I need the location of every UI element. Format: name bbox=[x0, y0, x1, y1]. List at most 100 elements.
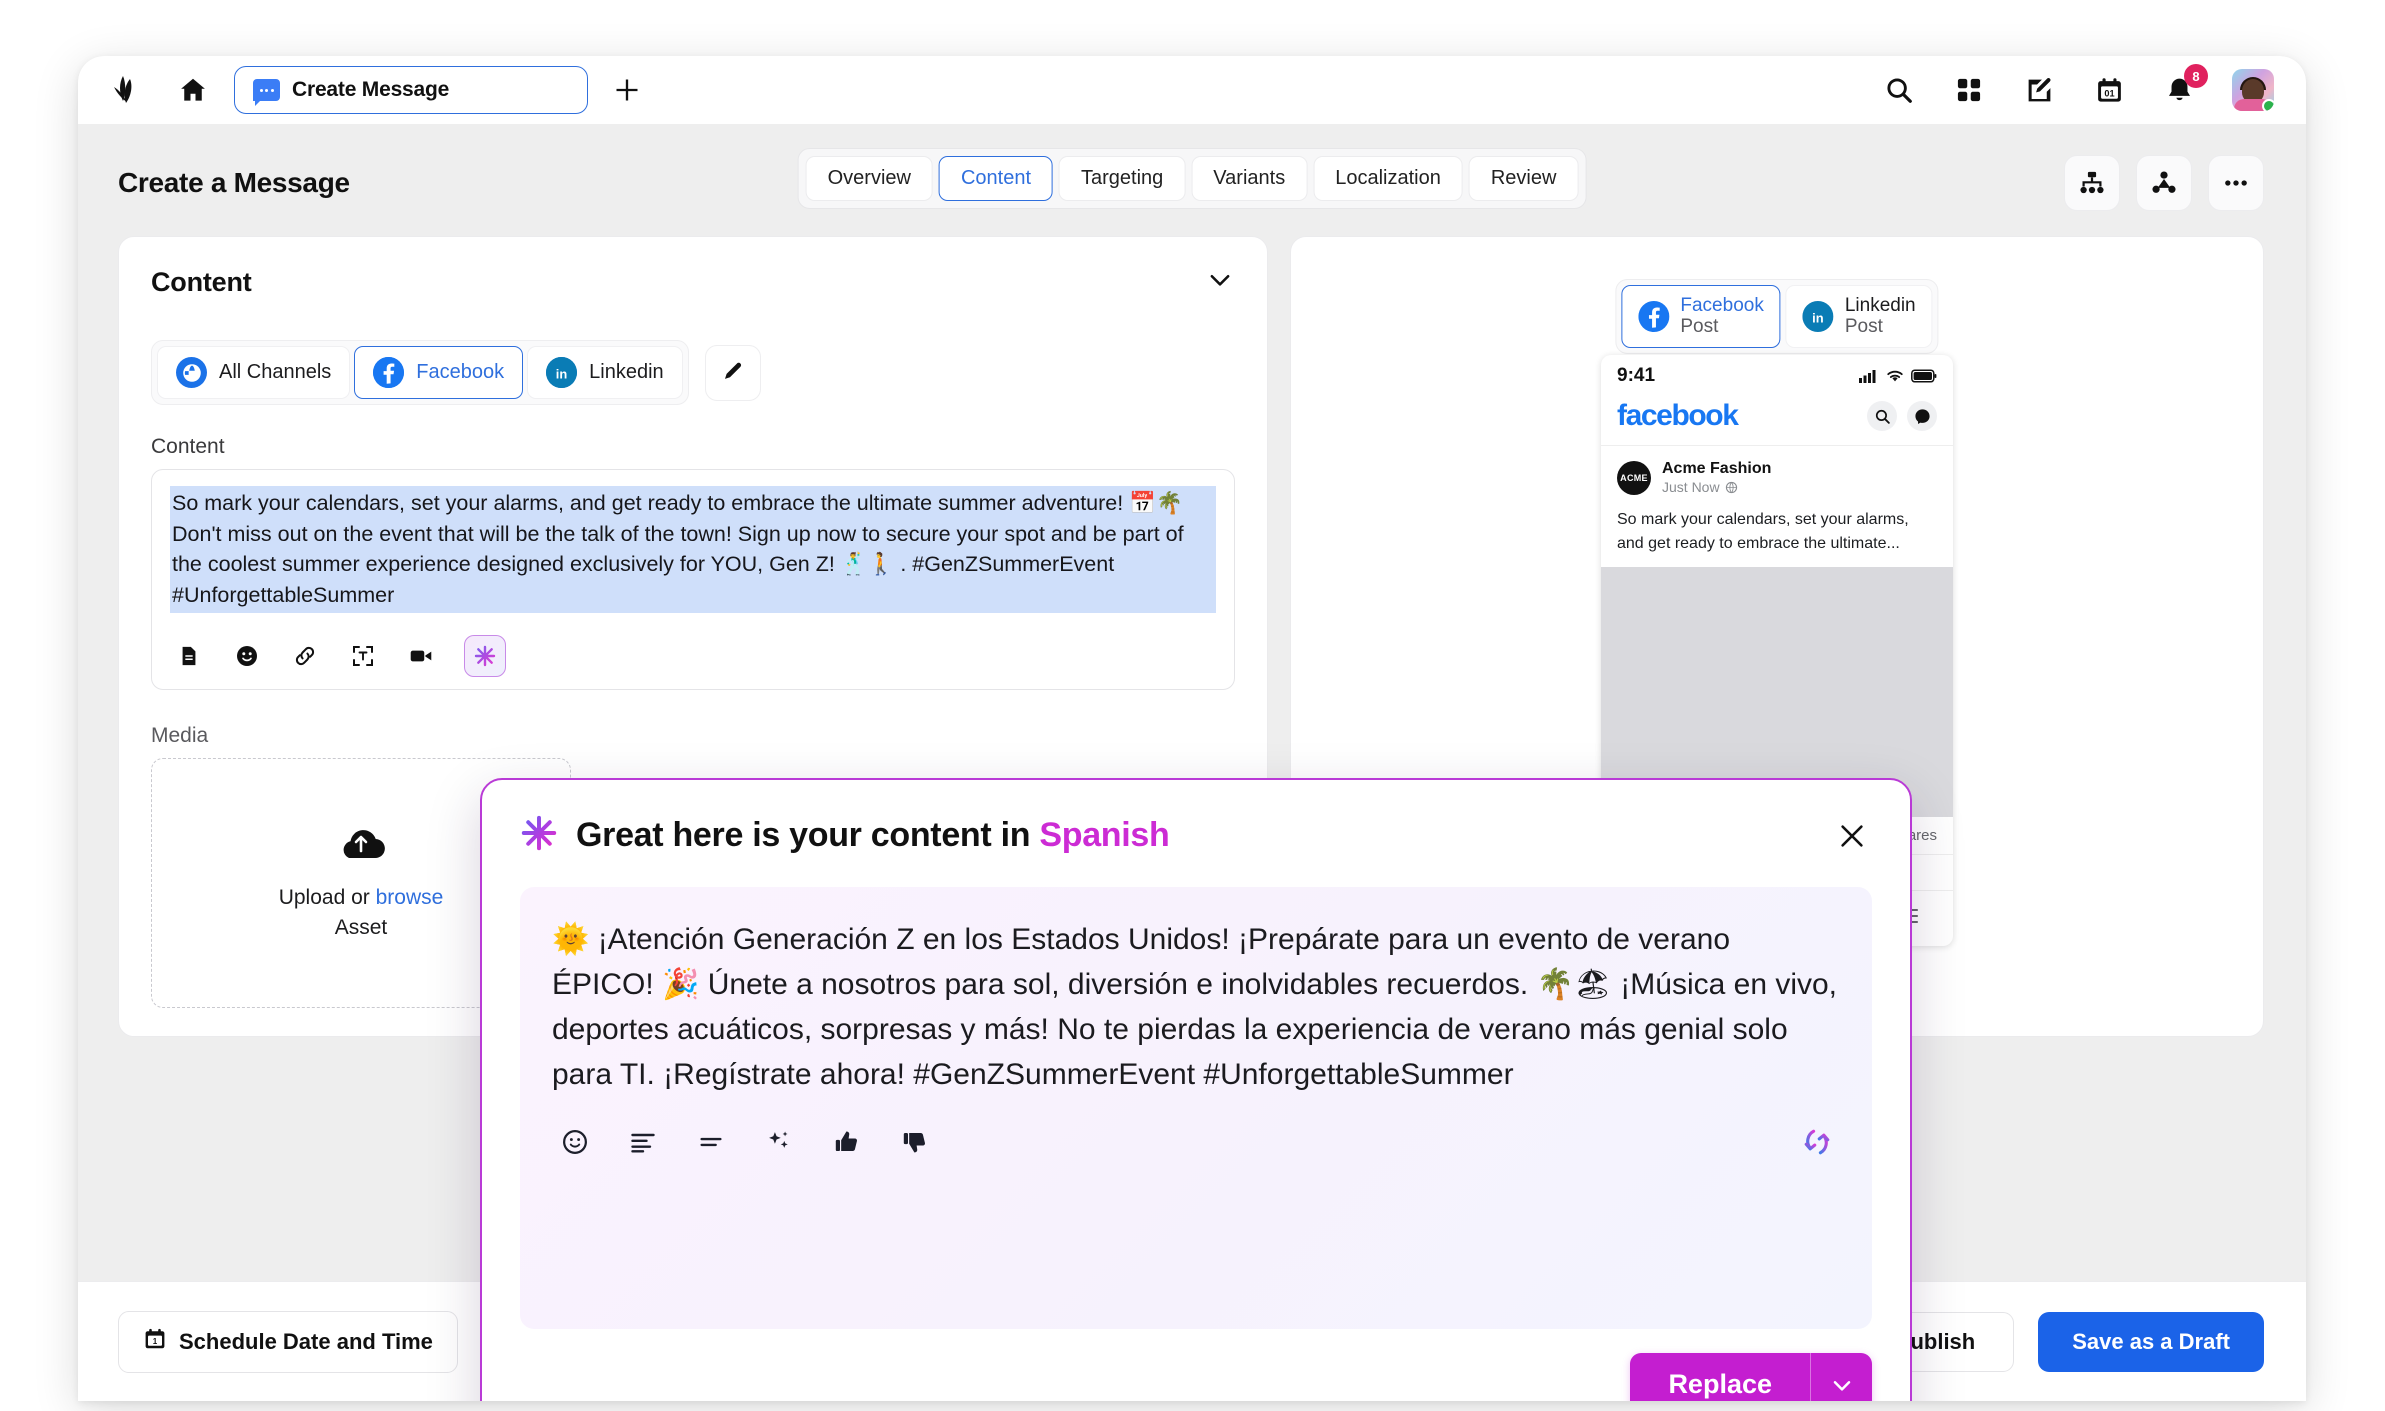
search-icon[interactable] bbox=[1882, 73, 1916, 107]
compose-icon[interactable] bbox=[2022, 73, 2056, 107]
bell-icon[interactable]: 8 bbox=[2162, 64, 2208, 107]
emoji-icon[interactable] bbox=[558, 1125, 592, 1159]
calendar-icon: 1 bbox=[143, 1327, 167, 1357]
collaborators-icon[interactable] bbox=[2136, 155, 2192, 211]
emoji-icon[interactable] bbox=[232, 641, 262, 671]
svg-text:1: 1 bbox=[153, 1337, 158, 1346]
modal-toolbar bbox=[552, 1125, 1840, 1159]
page-title: Create a Message bbox=[118, 167, 350, 198]
wifi-icon bbox=[1887, 370, 1903, 382]
app-topbar: Create Message 01 8 bbox=[78, 56, 2306, 124]
text-frame-icon[interactable] bbox=[348, 641, 378, 671]
linkedin-icon: in bbox=[1802, 300, 1834, 332]
svg-text:in: in bbox=[1813, 310, 1825, 325]
modal-footer: Replace bbox=[520, 1353, 1872, 1401]
battery-icon bbox=[1911, 369, 1937, 383]
avatar-online-status bbox=[2262, 99, 2274, 111]
tab-review[interactable]: Review bbox=[1468, 156, 1579, 201]
modal-title-language: Spanish bbox=[1039, 816, 1170, 854]
phone-facebook-header: facebook bbox=[1601, 393, 1953, 446]
topbar-actions: 01 8 bbox=[1882, 64, 2280, 111]
pencil-icon[interactable] bbox=[704, 344, 761, 401]
modal-title: Great here is your content in Spanish bbox=[576, 816, 1170, 855]
tab-content[interactable]: Content bbox=[938, 156, 1054, 201]
post-timestamp-row: Just Now bbox=[1662, 478, 1771, 496]
channel-label: Facebook bbox=[416, 361, 505, 383]
phone-post-text: So mark your calendars, set your alarms,… bbox=[1617, 511, 1909, 552]
calendar-icon[interactable]: 01 bbox=[2092, 73, 2126, 107]
channel-facebook[interactable]: Facebook bbox=[354, 346, 524, 399]
channel-all-channels[interactable]: All Channels bbox=[157, 346, 351, 399]
app-window: Create Message 01 8 Create a Message Ove… bbox=[78, 56, 2306, 1401]
preview-channel-type: Post bbox=[1844, 316, 1883, 338]
post-timestamp: Just Now bbox=[1662, 479, 1720, 496]
translation-modal: Great here is your content in Spanish 🌞 … bbox=[480, 778, 1912, 1401]
facebook-wordmark: facebook bbox=[1617, 399, 1739, 432]
home-icon[interactable] bbox=[170, 70, 216, 110]
align-left-icon[interactable] bbox=[626, 1125, 660, 1159]
replace-button[interactable]: Replace bbox=[1630, 1353, 1810, 1401]
globe-icon bbox=[1725, 481, 1737, 493]
tab-overview[interactable]: Overview bbox=[805, 156, 933, 201]
content-editor[interactable]: So mark your calendars, set your alarms,… bbox=[151, 469, 1235, 690]
magic-sparkle-icon[interactable] bbox=[762, 1125, 796, 1159]
grid-apps-icon[interactable] bbox=[1952, 73, 1986, 107]
svg-text:in: in bbox=[556, 366, 568, 381]
channel-linkedin[interactable]: in Linkedin bbox=[527, 346, 683, 399]
tab-label: Create Message bbox=[292, 78, 450, 101]
tab-create-message[interactable]: Create Message bbox=[234, 66, 588, 114]
shorten-icon[interactable] bbox=[694, 1125, 728, 1159]
messenger-icon[interactable] bbox=[1907, 401, 1937, 431]
link-icon[interactable] bbox=[290, 641, 320, 671]
close-icon[interactable] bbox=[1832, 816, 1872, 856]
preview-option-linkedin[interactable]: in Linkedin Post bbox=[1785, 285, 1933, 348]
thumbs-up-icon[interactable] bbox=[830, 1125, 864, 1159]
browse-link[interactable]: browse bbox=[376, 886, 444, 909]
thumbs-down-icon[interactable] bbox=[898, 1125, 932, 1159]
replace-button-group: Replace bbox=[1630, 1353, 1872, 1401]
screenshot-root: Create Message 01 8 Create a Message Ove… bbox=[0, 0, 2385, 1411]
tab-localization[interactable]: Localization bbox=[1313, 156, 1463, 201]
account-name: Acme Fashion bbox=[1662, 460, 1772, 477]
content-card-header: Content bbox=[151, 265, 1235, 300]
preview-channel-name: Facebook bbox=[1680, 295, 1764, 316]
header-actions bbox=[2064, 155, 2264, 211]
page-header: Create a Message Overview Content Target… bbox=[78, 124, 2306, 216]
modal-content-panel: 🌞 ¡Atención Generación Z en los Estados … bbox=[520, 887, 1872, 1329]
video-icon[interactable] bbox=[406, 641, 436, 671]
facebook-icon bbox=[1638, 300, 1670, 332]
upload-text-prefix: Upload or bbox=[278, 886, 376, 909]
channel-selector-row: All Channels Facebook in Linkedin bbox=[151, 340, 1235, 405]
plus-icon[interactable] bbox=[608, 71, 646, 109]
preview-channel-toggle: Facebook Post in Linkedin Post bbox=[1615, 279, 1939, 354]
preview-option-facebook[interactable]: Facebook Post bbox=[1621, 285, 1781, 348]
preview-channel-type: Post bbox=[1680, 316, 1719, 338]
preview-option-text: Facebook Post bbox=[1680, 295, 1763, 338]
tab-targeting[interactable]: Targeting bbox=[1059, 156, 1186, 201]
phone-status-bar: 9:41 bbox=[1601, 355, 1953, 393]
hierarchy-icon[interactable] bbox=[2064, 155, 2120, 211]
preview-channel-name: Linkedin bbox=[1844, 295, 1916, 316]
upload-instructions: Upload or browse Asset bbox=[279, 883, 444, 944]
content-field-label: Content bbox=[151, 435, 225, 458]
channel-label: Linkedin bbox=[589, 361, 664, 383]
chevron-down-icon[interactable] bbox=[1810, 1353, 1872, 1401]
ai-sparkle-icon[interactable] bbox=[464, 634, 506, 677]
channel-selector: All Channels Facebook in Linkedin bbox=[151, 340, 689, 405]
search-icon[interactable] bbox=[1867, 401, 1897, 431]
regenerate-icon[interactable] bbox=[1800, 1125, 1834, 1159]
chevron-down-icon[interactable] bbox=[1205, 265, 1235, 300]
schedule-date-time-button[interactable]: 1 Schedule Date and Time bbox=[118, 1310, 458, 1373]
globe-icon bbox=[176, 357, 207, 388]
status-time: 9:41 bbox=[1617, 365, 1656, 386]
channel-label: All Channels bbox=[219, 361, 332, 383]
modal-title-prefix: Great here is your content in bbox=[576, 816, 1040, 854]
document-icon[interactable] bbox=[174, 641, 204, 671]
cloud-upload-icon bbox=[335, 822, 387, 869]
more-options-icon[interactable] bbox=[2208, 155, 2264, 211]
acme-avatar: ACME bbox=[1617, 460, 1651, 495]
user-avatar[interactable] bbox=[2232, 69, 2274, 111]
content-textarea[interactable]: So mark your calendars, set your alarms,… bbox=[170, 486, 1216, 613]
tab-variants[interactable]: Variants bbox=[1191, 156, 1308, 201]
save-draft-button[interactable]: Save as a Draft bbox=[2038, 1311, 2264, 1372]
